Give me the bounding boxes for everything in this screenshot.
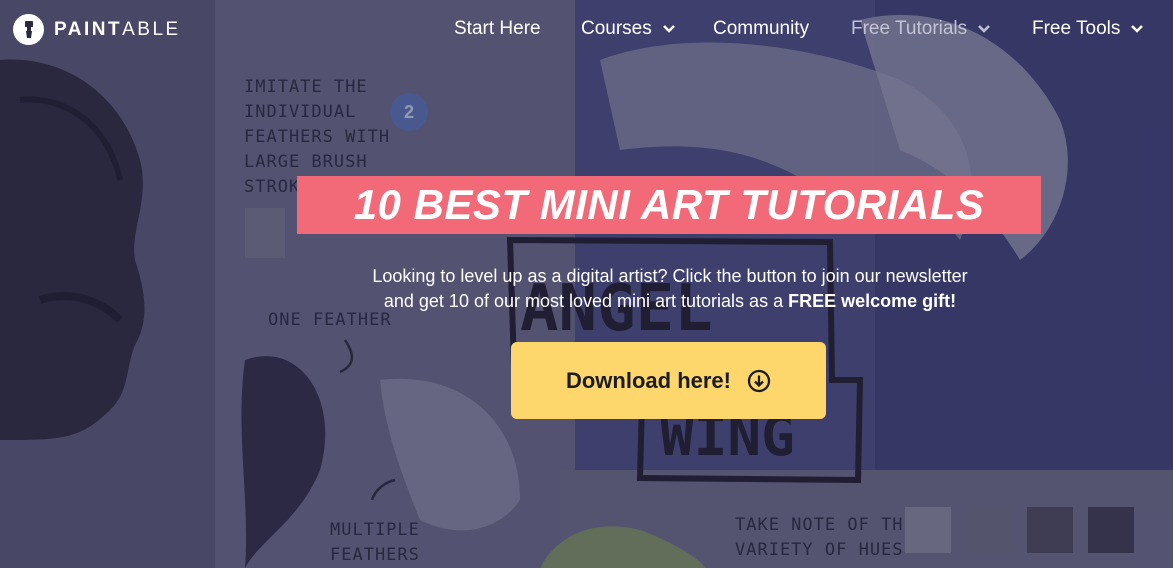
- download-button[interactable]: Download here!: [511, 342, 826, 419]
- hero-title-banner: 10 BEST MINI ART TUTORIALS: [297, 176, 1041, 234]
- chevron-down-icon: [1131, 25, 1144, 33]
- hero-subtitle: Looking to level up as a digital artist?…: [300, 264, 1040, 314]
- hero-title: 10 BEST MINI ART TUTORIALS: [353, 181, 985, 228]
- nav-item-free-tutorials[interactable]: Free Tutorials: [851, 17, 991, 41]
- chevron-down-icon: [978, 25, 991, 33]
- nav-item-start-here[interactable]: Start Here: [454, 17, 541, 41]
- download-circle-icon: [747, 369, 771, 392]
- nav-item-community[interactable]: Community: [713, 17, 809, 41]
- hero-subtitle-line2: and get 10 of our most loved mini art tu…: [300, 289, 1040, 314]
- brand-name-light: ABLE: [122, 18, 181, 40]
- top-navigation: PAINTABLE Start Here Courses Community F…: [0, 0, 1173, 58]
- paintbrush-logo-icon: [13, 14, 44, 45]
- brand-name-bold: PAINT: [54, 18, 123, 40]
- nav-label: Community: [713, 18, 810, 39]
- hero-subtitle-gift: FREE welcome gift!: [788, 291, 957, 311]
- hero-subtitle-line1: Looking to level up as a digital artist?…: [372, 266, 968, 286]
- nav-label: Courses: [581, 18, 652, 39]
- download-button-label: Download here!: [565, 367, 731, 393]
- nav-label: Free Tools: [1032, 18, 1121, 39]
- brand-logo[interactable]: PAINTABLE: [13, 14, 181, 45]
- hero-subtitle-line2-text: and get 10 of our most loved mini art tu…: [383, 291, 789, 311]
- brand-name: PAINTABLE: [54, 19, 181, 41]
- nav-label: Start Here: [454, 18, 541, 39]
- nav-item-courses[interactable]: Courses: [581, 17, 676, 41]
- nav-label: Free Tutorials: [851, 18, 968, 39]
- nav-item-free-tools[interactable]: Free Tools: [1032, 17, 1144, 41]
- chevron-down-icon: [662, 25, 675, 33]
